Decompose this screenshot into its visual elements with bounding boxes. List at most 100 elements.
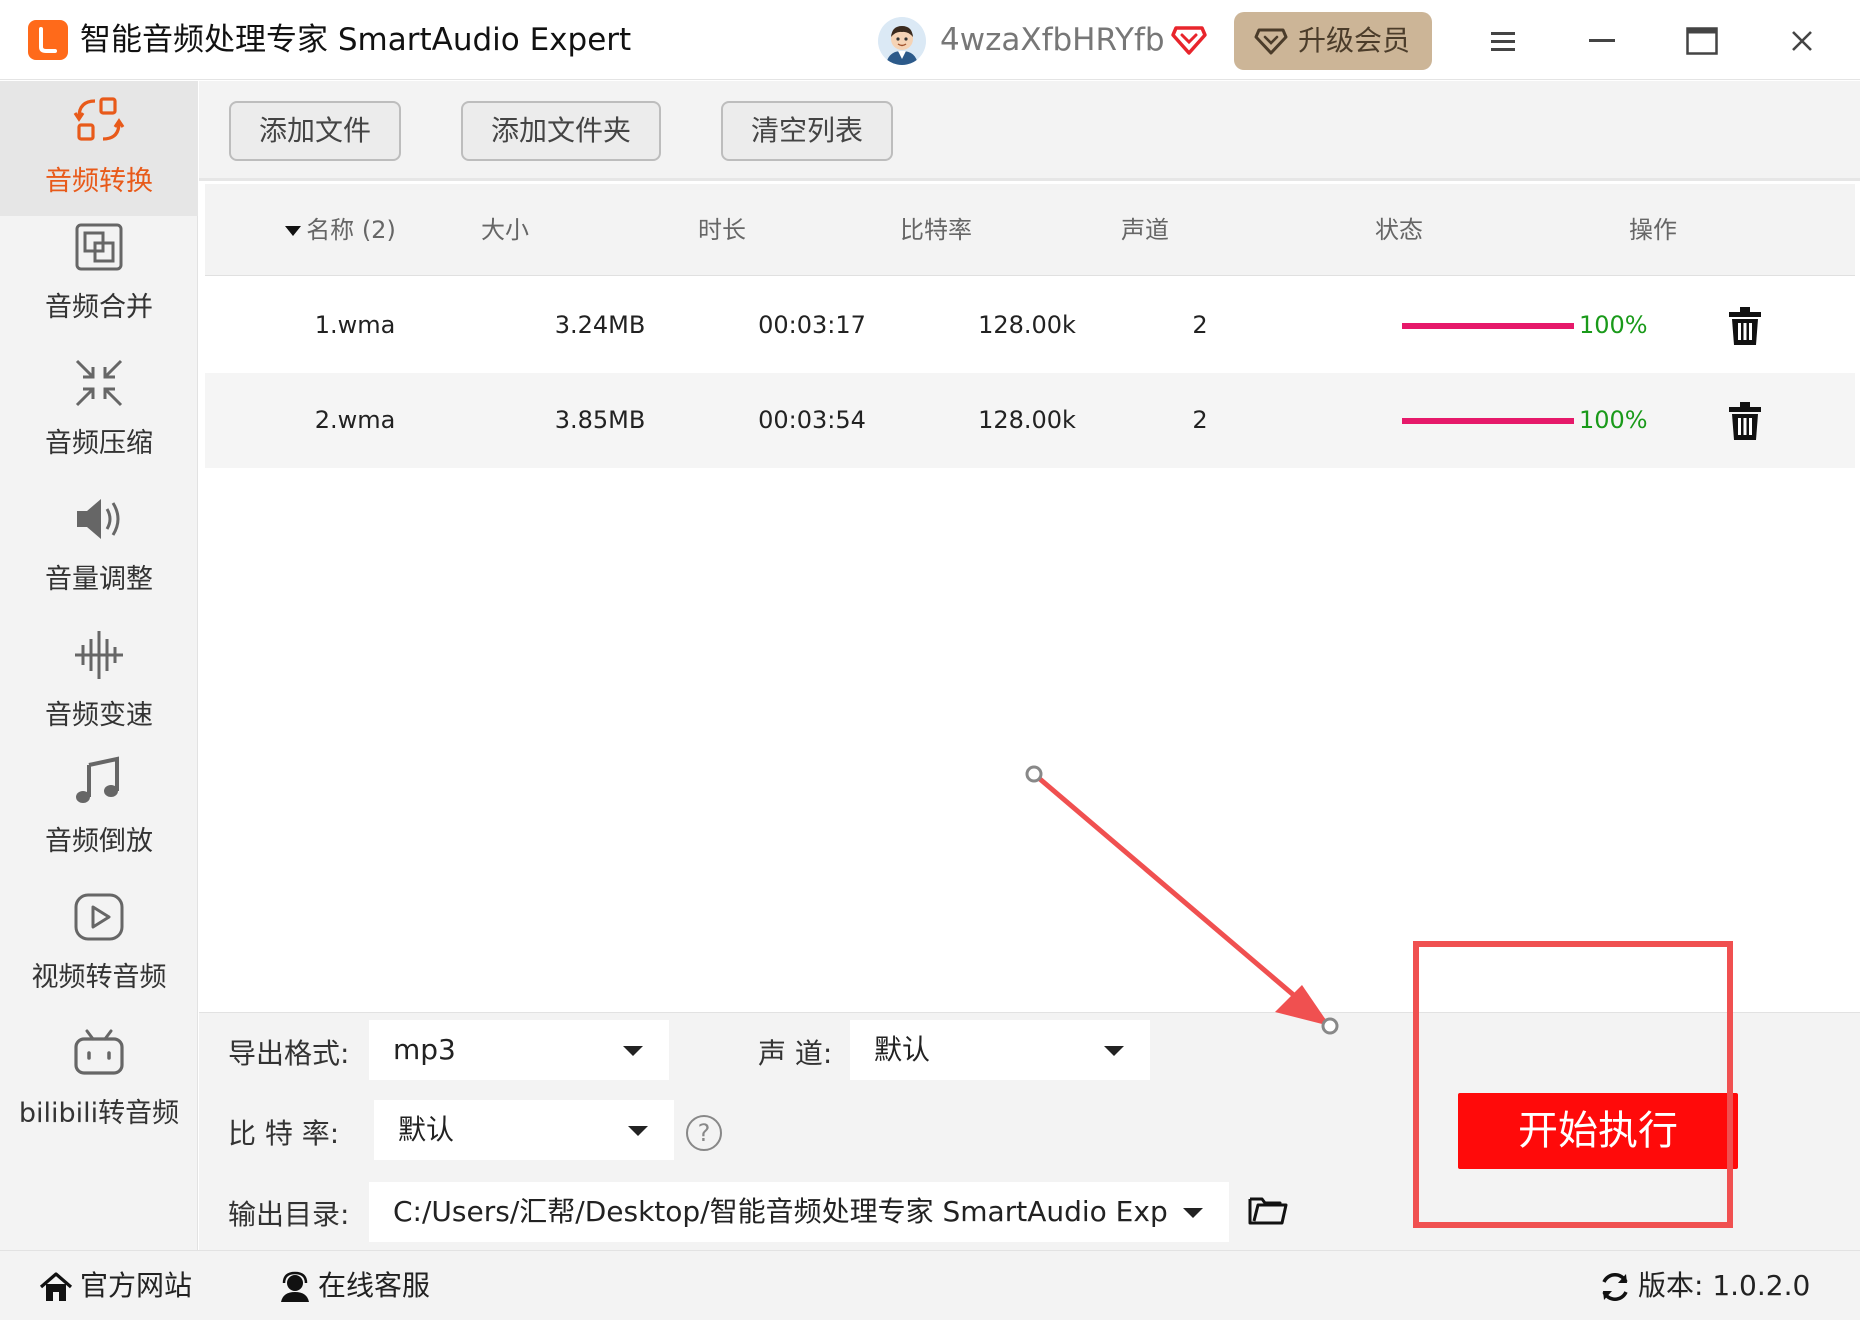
sidebar-item-label: 音频压缩 — [45, 428, 153, 459]
close-icon — [1792, 31, 1812, 51]
column-header-name-label: 名称 (2) — [306, 216, 396, 244]
column-header-action: 操作 — [1629, 216, 1677, 244]
support-agent-icon — [281, 1271, 309, 1302]
channel-select-value: 默认 — [874, 1033, 931, 1066]
format-select-value: mp3 — [393, 1033, 456, 1066]
sidebar-item-video-to-audio[interactable]: 视频转音频 — [0, 877, 198, 1012]
delete-trash-icon[interactable] — [1728, 401, 1762, 441]
video-play-icon — [74, 893, 124, 941]
progress-fill — [1402, 323, 1574, 329]
online-support-link[interactable]: 在线客服 — [278, 1251, 430, 1320]
maximize-button[interactable] — [1672, 14, 1732, 68]
sidebar-item-audio-reverse[interactable]: 音频倒放 — [0, 741, 198, 876]
cell-bitrate: 128.00k — [978, 311, 1076, 339]
speed-icon — [75, 631, 123, 679]
bitrate-select[interactable]: 默认 — [374, 1100, 674, 1160]
chevron-down-icon — [1183, 1208, 1203, 1218]
sidebar-item-audio-speed[interactable]: 音频变速 — [0, 615, 198, 750]
add-folder-button[interactable]: 添加文件夹 — [461, 101, 661, 161]
refresh-update-icon — [1602, 1273, 1628, 1301]
chevron-down-icon — [623, 1046, 643, 1056]
channel-select[interactable]: 默认 — [850, 1020, 1150, 1080]
cell-duration: 00:03:54 — [758, 406, 866, 434]
sidebar-item-label: 音频变速 — [45, 700, 153, 731]
clear-list-button[interactable]: 清空列表 — [721, 101, 893, 161]
sidebar-item-label: 视频转音频 — [31, 962, 167, 993]
menu-button[interactable] — [1473, 14, 1533, 68]
file-table-header: 名称 (2) 大小 时长 比特率 声道 状态 操作 — [205, 184, 1855, 276]
table-row[interactable]: 2.wma 3.85MB 00:03:54 128.00k 2 100% — [205, 373, 1855, 468]
column-header-name[interactable]: 名称 (2) — [275, 184, 405, 276]
sidebar-item-label: 音频合并 — [45, 292, 153, 323]
close-button[interactable] — [1772, 14, 1832, 68]
sidebar-item-audio-compress[interactable]: 音频压缩 — [0, 343, 198, 478]
vip-diamond-icon — [1170, 20, 1208, 62]
app-logo-icon — [28, 20, 68, 60]
progress-percent: 100% — [1579, 406, 1648, 434]
sidebar-item-label: 音量调整 — [45, 564, 153, 595]
column-header-bitrate: 比特率 — [900, 216, 972, 244]
volume-icon — [77, 499, 120, 539]
cell-duration: 00:03:17 — [758, 311, 866, 339]
bilibili-tv-icon — [74, 1029, 124, 1075]
sidebar-item-label: 音频转换 — [45, 166, 153, 197]
progress-percent: 100% — [1579, 311, 1648, 339]
output-dir-value: C:/Users/汇帮/Desktop/智能音频处理专家 SmartAudio … — [393, 1195, 1168, 1228]
home-icon — [39, 1272, 73, 1301]
upgrade-label: 升级会员 — [1298, 24, 1411, 57]
cell-size: 3.24MB — [554, 311, 646, 339]
sidebar-item-bilibili-to-audio[interactable]: bilibili转音频 — [0, 1013, 198, 1148]
official-website-link[interactable]: 官方网站 — [38, 1251, 192, 1320]
start-button[interactable]: 开始执行 — [1458, 1093, 1738, 1169]
version-label: 版本: 1.0.2.0 — [1638, 1269, 1811, 1302]
diamond-icon — [1254, 28, 1288, 55]
bitrate-label: 比 特 率: — [228, 1117, 340, 1150]
sidebar-item-audio-merge[interactable]: 音频合并 — [0, 207, 198, 342]
title-bar: 智能音频处理专家 SmartAudio Expert 4wzaXfbHRYfb … — [0, 0, 1860, 80]
format-label: 导出格式: — [228, 1037, 350, 1070]
column-header-duration: 时长 — [698, 216, 746, 244]
output-dir-label: 输出目录: — [228, 1198, 350, 1231]
sidebar-item-label: bilibili转音频 — [18, 1098, 180, 1129]
upgrade-vip-button[interactable]: 升级会员 — [1234, 12, 1432, 70]
output-dir-select[interactable]: C:/Users/汇帮/Desktop/智能音频处理专家 SmartAudio … — [369, 1182, 1229, 1242]
cell-name: 2.wma — [314, 406, 396, 434]
status-bar: 官方网站 在线客服 版本: 1.0.2.0 — [0, 1250, 1860, 1320]
delete-trash-icon[interactable] — [1728, 306, 1762, 346]
sidebar-item-label: 音频倒放 — [45, 826, 153, 857]
official-website-label: 官方网站 — [80, 1269, 193, 1302]
annotation-arrow-line — [1032, 772, 1332, 1028]
maximize-icon — [1686, 27, 1718, 55]
minimize-icon — [1589, 39, 1615, 42]
cell-channels: 2 — [1192, 311, 1208, 339]
cell-name: 1.wma — [314, 311, 396, 339]
column-header-size: 大小 — [481, 216, 529, 244]
version-info: 版本: 1.0.2.0 — [1598, 1251, 1810, 1320]
app-title: 智能音频处理专家 SmartAudio Expert — [80, 22, 632, 58]
sidebar-item-audio-convert[interactable]: 音频转换 — [0, 81, 198, 216]
sidebar: 音频转换 音频合并 音频压缩 音量调整 音频变速 音频倒放 视频转音频 bili… — [0, 81, 198, 1250]
channel-label: 声 道: — [758, 1037, 833, 1070]
chevron-down-icon — [1104, 1046, 1124, 1056]
sidebar-item-volume-adjust[interactable]: 音量调整 — [0, 479, 198, 614]
open-folder-icon[interactable] — [1248, 1193, 1288, 1227]
chevron-down-icon — [628, 1126, 648, 1136]
sort-down-icon — [285, 226, 302, 236]
column-header-channels: 声道 — [1121, 216, 1169, 244]
progress-bar — [1402, 323, 1574, 329]
hamburger-menu-icon — [1491, 32, 1515, 51]
progress-fill — [1402, 418, 1574, 424]
add-file-button[interactable]: 添加文件 — [229, 101, 401, 161]
music-note-icon — [76, 756, 119, 803]
cell-bitrate: 128.00k — [978, 406, 1076, 434]
help-icon[interactable]: ? — [686, 1115, 722, 1151]
user-avatar[interactable] — [878, 17, 926, 65]
bitrate-select-value: 默认 — [398, 1113, 455, 1146]
arrow-handle-start — [1025, 765, 1043, 783]
format-select[interactable]: mp3 — [369, 1020, 669, 1080]
cell-size: 3.85MB — [554, 406, 646, 434]
table-row[interactable]: 1.wma 3.24MB 00:03:17 128.00k 2 100% — [205, 278, 1855, 373]
progress-bar — [1402, 418, 1574, 424]
minimize-button[interactable] — [1572, 14, 1632, 68]
toolbar: 添加文件 添加文件夹 清空列表 — [199, 81, 1860, 181]
